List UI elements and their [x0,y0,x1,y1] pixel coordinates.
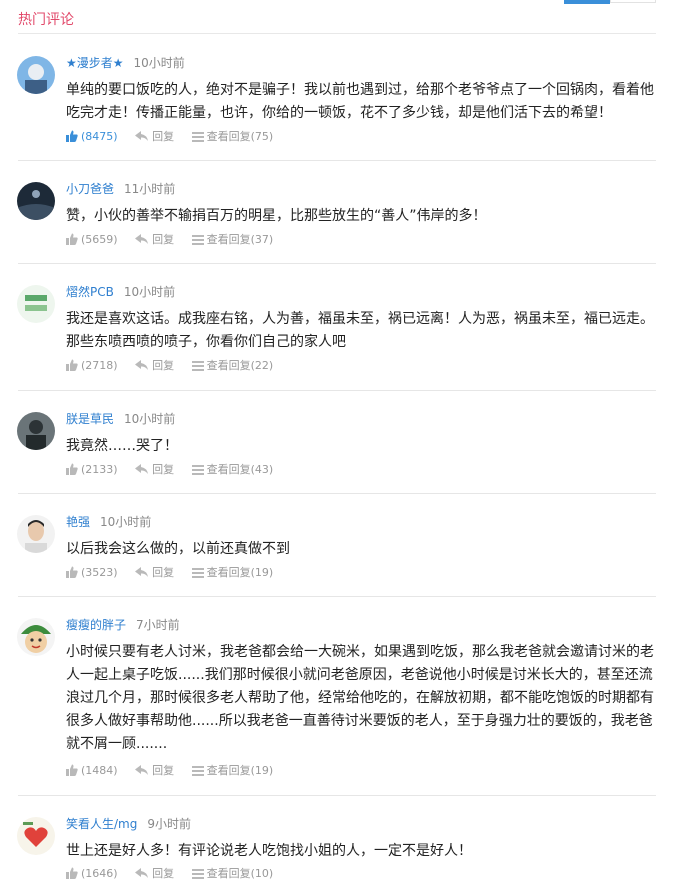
tab-hot[interactable] [564,0,610,4]
view-replies-button[interactable]: 查看回复(75) [191,129,273,145]
title-divider [18,33,656,34]
reply-button[interactable]: 回复 [135,565,174,581]
comment-text: 我竟然……哭了！ [66,438,178,454]
thumbs-up-icon [66,764,78,776]
view-replies-button[interactable]: 查看回复(10) [191,866,273,882]
comment-item: 艳强 10小时前 以后我会这么做的，以前还真做不到 (3523) 回复 查看回复(… [0,494,682,597]
comment-item: 小刀爸爸 11小时前 赞，小伙的善举不输捐百万的明星，比那些放生的“善人”伟岸的多… [0,161,682,264]
list-lines-icon [191,132,204,142]
comment-text: 以后我会这么做的，以前还真做不到 [66,541,290,557]
comment-text: 我还是喜欢这话。成我座右铭，人为善，福虽未至，祸已远离！人为恶，祸虽未至，福已远… [66,311,654,350]
reply-arrow-icon [135,567,149,577]
timestamp: 9小时前 [147,817,191,831]
view-replies-button[interactable]: 查看回复(22) [191,358,273,374]
view-replies-button[interactable]: 查看回复(43) [191,462,273,478]
reply-button[interactable]: 回复 [135,866,174,882]
like-button[interactable]: (8475) [66,129,118,145]
username[interactable]: 瘦瘦的胖子 [66,618,126,632]
avatar-photo-face[interactable] [17,515,55,553]
avatar-logo-green[interactable] [17,285,55,323]
timestamp: 10小时前 [124,412,176,426]
list-lines-icon [191,235,204,245]
thumbs-up-icon [66,566,78,578]
reply-button[interactable]: 回复 [135,358,174,374]
reply-button[interactable]: 回复 [135,232,174,248]
avatar-photo-person[interactable] [17,412,55,450]
comment-item: 熠然PCB 10小时前 我还是喜欢这话。成我座右铭，人为善，福虽未至，祸已远离！人… [0,264,682,391]
like-button[interactable]: (2133) [66,462,118,478]
timestamp: 10小时前 [123,285,176,299]
like-count: (2718) [81,359,118,372]
username[interactable]: 艳强 [66,515,90,529]
timestamp: 10小时前 [100,515,152,529]
avatar-cartoon-heart[interactable] [17,817,55,855]
tab-latest[interactable] [610,0,656,3]
comment-list: ★漫步者★ 10小时前 单纯的要口饭吃的人，绝对不是骗子！我以前也遇到过，给那个老… [0,35,682,896]
thumbs-up-icon [66,233,78,245]
timestamp: 10小时前 [133,56,185,70]
comment-text: 单纯的要口饭吃的人，绝对不是骗子！我以前也遇到过，给那个老爷爷点了一个回锅肉，看… [66,82,654,121]
reply-arrow-icon [135,360,149,370]
avatar-cartoon-watermelon[interactable] [17,618,55,656]
thumbs-up-icon [66,867,78,879]
username[interactable]: 笑看人生/mg [66,817,137,831]
avatar-photo-night[interactable] [17,182,55,220]
reply-arrow-icon [135,131,149,141]
like-button[interactable]: (5659) [66,232,118,248]
like-count: (8475) [81,130,118,143]
list-lines-icon [191,869,204,879]
reply-arrow-icon [135,464,149,474]
reply-arrow-icon [135,868,149,878]
list-lines-icon [191,766,204,776]
comment-item: 笑看人生/mg 9小时前 世上还是好人多！有评论说老人吃饱找小姐的人，一定不是好人… [0,796,682,896]
like-count: (2133) [81,463,118,476]
reply-button[interactable]: 回复 [135,763,174,779]
list-lines-icon [191,465,204,475]
comment-item: 瘦瘦的胖子 7小时前 小时候只要有老人讨米，我老爸都会给一大碗米，如果遇到吃饭，那… [0,597,682,796]
timestamp: 11小时前 [124,182,176,196]
like-count: (1646) [81,867,118,880]
thumbs-up-icon [66,463,78,475]
like-button[interactable]: (3523) [66,565,118,581]
thumbs-up-icon [66,359,78,371]
like-count: (1484) [81,764,118,777]
username[interactable]: ★漫步者★ [66,56,124,70]
thumbs-up-icon [66,130,78,142]
like-button[interactable]: (1646) [66,866,118,882]
comment-text: 小时候只要有老人讨米，我老爸都会给一大碗米，如果遇到吃饭，那么我老爸就会邀请讨米… [66,644,654,752]
comment-text: 赞，小伙的善举不输捐百万的明星，比那些放生的“善人”伟岸的多！ [66,208,487,224]
reply-button[interactable]: 回复 [135,129,174,145]
tab-switcher[interactable] [564,0,656,4]
username[interactable]: 朕是草民 [66,412,114,426]
avatar-photo-blue[interactable] [17,56,55,94]
timestamp: 7小时前 [136,618,180,632]
view-replies-button[interactable]: 查看回复(19) [191,763,273,779]
view-replies-button[interactable]: 查看回复(37) [191,232,273,248]
like-button[interactable]: (1484) [66,763,118,779]
username[interactable]: 小刀爸爸 [66,182,114,196]
comment-item: ★漫步者★ 10小时前 单纯的要口饭吃的人，绝对不是骗子！我以前也遇到过，给那个老… [0,35,682,161]
view-replies-button[interactable]: 查看回复(19) [191,565,273,581]
comment-text: 世上还是好人多！有评论说老人吃饱找小姐的人，一定不是好人！ [66,843,472,859]
reply-arrow-icon [135,234,149,244]
username[interactable]: 熠然PCB [66,285,114,299]
reply-arrow-icon [135,765,149,775]
like-count: (3523) [81,566,118,579]
list-lines-icon [191,361,204,371]
reply-button[interactable]: 回复 [135,462,174,478]
like-count: (5659) [81,233,118,246]
comment-item: 朕是草民 10小时前 我竟然……哭了！ (2133) 回复 查看回复(43) [0,391,682,494]
list-lines-icon [191,568,204,578]
section-title: 热门评论 [18,12,74,28]
like-button[interactable]: (2718) [66,358,118,374]
